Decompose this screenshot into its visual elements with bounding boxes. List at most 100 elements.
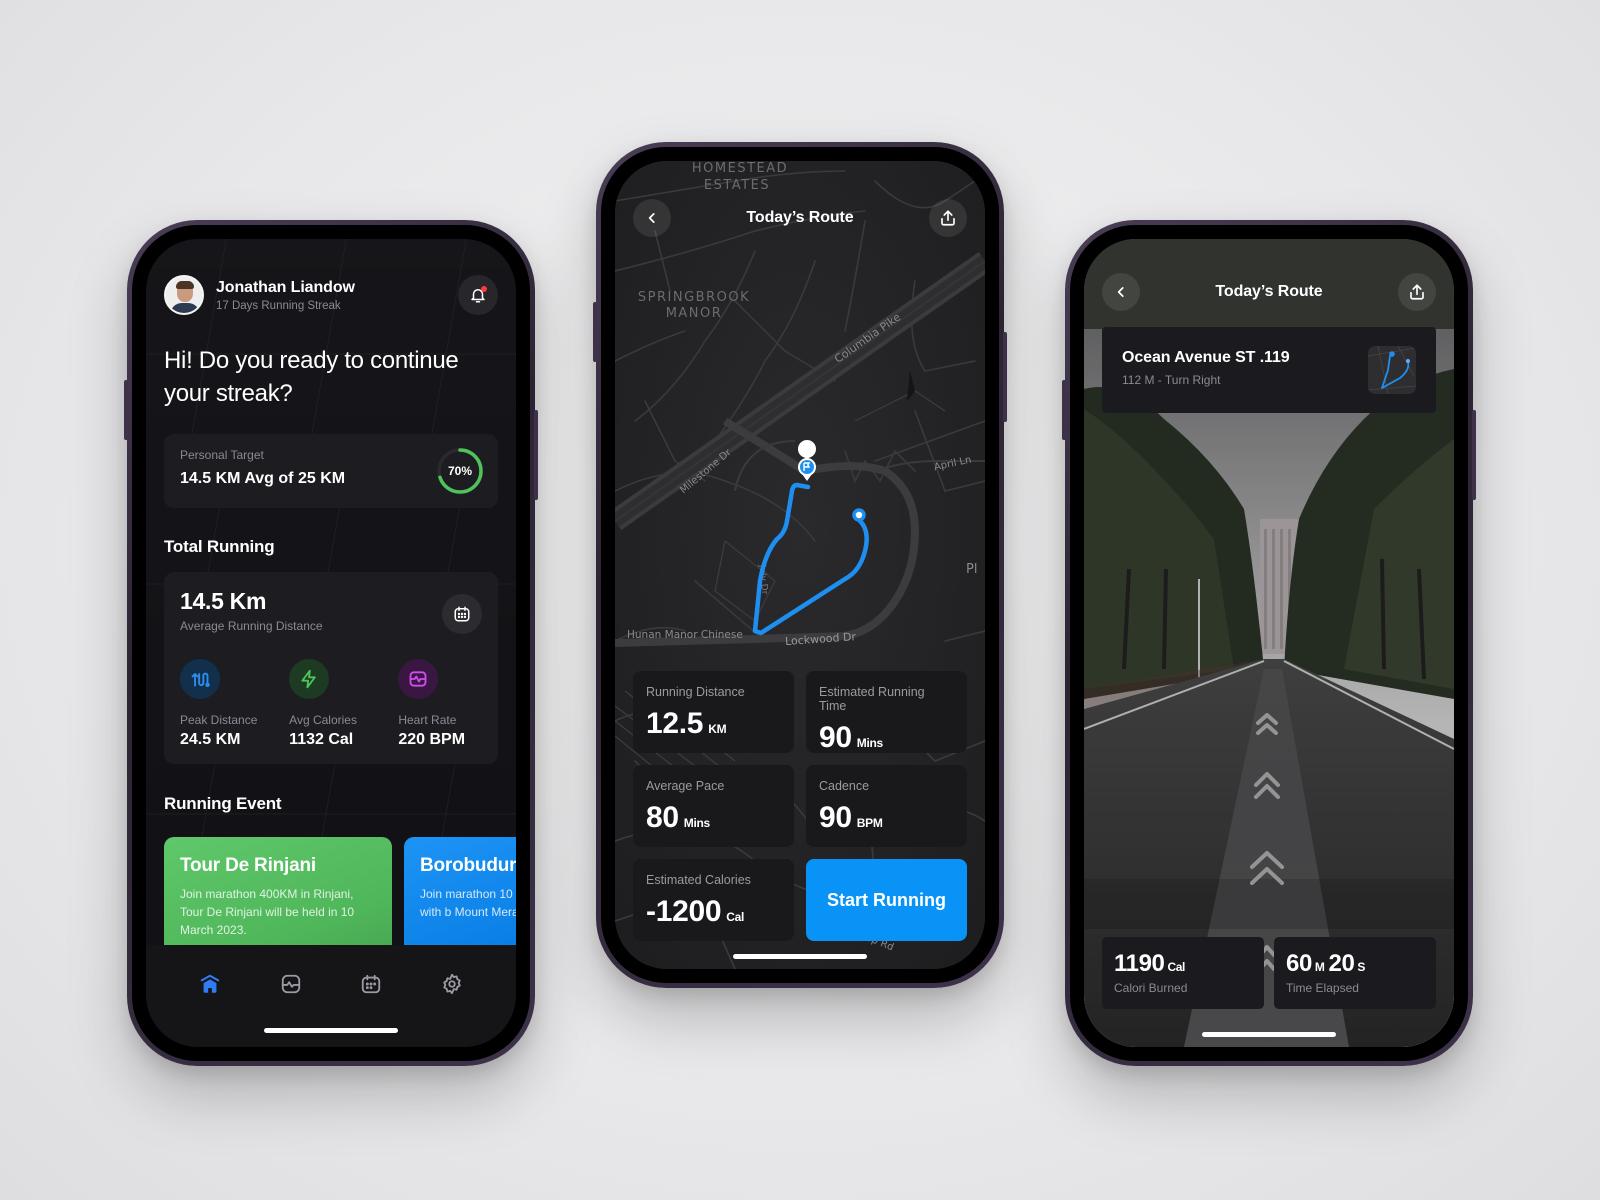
- share-button[interactable]: [1398, 273, 1436, 311]
- personal-target-card[interactable]: Personal Target 14.5 KM Avg of 25 KM 70%: [164, 434, 498, 508]
- metric-card-average-pace: Average Pace 80 Mins: [633, 765, 794, 847]
- route-metrics: Running Distance 12.5 KM Estimated Runnin…: [633, 671, 967, 941]
- route-screen: HOMESTEAD ESTATES SPRINGBROOK MANOR Colu…: [615, 161, 985, 969]
- page-title: Today’s Route: [746, 209, 854, 226]
- nav-calendar[interactable]: [351, 973, 391, 1001]
- average-distance-value: 14.5 Km: [180, 588, 267, 614]
- phone-route-screen: HOMESTEAD ESTATES SPRINGBROOK MANOR Colu…: [593, 142, 1007, 988]
- metric-label: Running Distance: [646, 685, 745, 699]
- running-event-title: Running Event: [164, 794, 282, 813]
- total-running-card: 14.5 Km Average Running Distance Peak Di…: [164, 572, 498, 764]
- notification-button[interactable]: [458, 275, 498, 315]
- event-description: Join marathon 10 K 10 KM event with b Mo…: [420, 887, 516, 919]
- metric-unit: Mins: [683, 816, 710, 830]
- mini-map-thumbnail[interactable]: [1368, 346, 1416, 394]
- metric-card-estimated-time: Estimated Running Time 90 Mins: [806, 671, 967, 755]
- seconds-value: 20: [1328, 950, 1355, 977]
- home-icon: [200, 974, 220, 993]
- home-screen: Jonathan Liandow 17 Days Running Streak …: [146, 239, 516, 1047]
- total-running-title: Total Running: [164, 537, 275, 556]
- chevron-left-icon: [1117, 287, 1124, 297]
- home-indicator: [1202, 1032, 1336, 1037]
- metric-unit: KM: [708, 722, 727, 736]
- map-label: Pl: [966, 562, 977, 577]
- event-description: Join marathon 400KM in Rinjani, Tour De …: [180, 887, 355, 937]
- stat-value-row: 1190 Cal: [1114, 950, 1252, 978]
- stat-label: Heart Rate: [398, 713, 457, 727]
- stat-avg-calories: Avg Calories 1132 Cal: [281, 659, 381, 749]
- home-indicator: [264, 1028, 398, 1033]
- stats-row: Peak Distance 24.5 KM Avg Calories 1132 …: [180, 659, 482, 749]
- map-label: HOMESTEAD: [692, 161, 788, 176]
- metric-value: 80: [646, 801, 679, 834]
- stat-label: Avg Calories: [289, 713, 357, 727]
- phone-bezel: Today’s Route Ocean Avenue ST .119 112 M…: [1070, 225, 1468, 1061]
- calendar-icon: [362, 974, 381, 994]
- gear-icon: [443, 973, 461, 995]
- minutes-value: 60: [1286, 950, 1312, 977]
- user-info: Jonathan Liandow 17 Days Running Streak: [216, 279, 458, 312]
- stat-value: 1132 Cal: [289, 731, 354, 748]
- metric-value: 90: [819, 721, 852, 754]
- run-progress-stats: 1190 Cal Calori Burned 60 M 20 S Time Elapse…: [1102, 937, 1436, 1009]
- back-button[interactable]: [633, 199, 671, 237]
- start-running-button[interactable]: Start Running: [806, 859, 967, 941]
- metric-value-row: 90 BPM: [819, 801, 954, 835]
- lightning-icon: [301, 669, 316, 689]
- metric-label: Average Pace: [646, 779, 725, 793]
- metric-value: 12.5: [646, 707, 704, 740]
- stat-icon-bg: [289, 659, 330, 699]
- stat-value-row: 60 M 20 S: [1286, 950, 1424, 978]
- route-top-bar: Today’s Route: [633, 199, 967, 237]
- stat-heart-rate: Heart Rate 220 BPM: [382, 659, 482, 749]
- progress-percent: 70%: [447, 464, 473, 478]
- calendar-button[interactable]: [442, 594, 482, 634]
- calories-value: 1190: [1114, 950, 1165, 977]
- metric-value-row: 90 Mins: [819, 721, 954, 755]
- metric-value-row: 80 Mins: [646, 801, 781, 835]
- map-label: MANOR: [666, 306, 723, 321]
- profile-header: Jonathan Liandow 17 Days Running Streak: [164, 275, 498, 315]
- phone-bezel: HOMESTEAD ESTATES SPRINGBROOK MANOR Colu…: [601, 147, 999, 983]
- metric-unit: Mins: [856, 736, 883, 750]
- turn-instruction-card[interactable]: Ocean Avenue ST .119 112 M - Turn Right: [1102, 327, 1436, 413]
- metric-card-cadence: Cadence 90 BPM: [806, 765, 967, 847]
- stat-value: 220 BPM: [398, 731, 466, 748]
- nav-settings[interactable]: [432, 973, 472, 1001]
- back-button[interactable]: [1102, 273, 1140, 311]
- route-icon: [191, 672, 210, 687]
- chevron-left-icon: [648, 213, 655, 223]
- share-button[interactable]: [929, 199, 967, 237]
- avatar[interactable]: [164, 275, 204, 315]
- map-label: Hunan Manor Chinese: [627, 629, 743, 641]
- notification-dot: [481, 286, 487, 292]
- share-icon: [941, 210, 955, 226]
- metric-card-estimated-calories: Estimated Calories -1200 Cal: [633, 859, 794, 941]
- user-name: Jonathan Liandow: [216, 278, 355, 296]
- stat-peak-distance: Peak Distance 24.5 KM: [180, 659, 280, 749]
- metric-value: 90: [819, 801, 852, 834]
- time-label: Time Elapsed: [1286, 981, 1359, 995]
- current-position-marker: [852, 508, 866, 522]
- stat-calories-burned: 1190 Cal Calori Burned: [1102, 937, 1264, 1009]
- metric-card-running-distance: Running Distance 12.5 KM: [633, 671, 794, 753]
- running-streak: 17 Days Running Streak: [216, 299, 341, 312]
- heart-monitor-icon: [409, 671, 427, 687]
- metric-label: Estimated Calories: [646, 873, 751, 887]
- navigation-top-bar: Today’s Route: [1102, 273, 1436, 311]
- phone-home-screen: Jonathan Liandow 17 Days Running Streak …: [124, 220, 538, 1066]
- nav-activity[interactable]: [271, 973, 311, 1001]
- metric-value-row: -1200 Cal: [646, 895, 781, 929]
- map-label: SPRINGBROOK: [638, 290, 750, 305]
- minutes-unit: M: [1314, 960, 1325, 974]
- navigation-screen: Today’s Route Ocean Avenue ST .119 112 M…: [1084, 239, 1454, 1047]
- phone-bezel: Jonathan Liandow 17 Days Running Streak …: [132, 225, 530, 1061]
- stat-time-elapsed: 60 M 20 S Time Elapsed: [1274, 937, 1436, 1009]
- metric-label: Estimated Running Time: [819, 685, 925, 713]
- calories-unit: Cal: [1167, 960, 1185, 974]
- greeting-heading: Hi! Do you ready to continue your streak…: [164, 347, 459, 407]
- stat-icon-bg: [398, 659, 439, 699]
- nav-home[interactable]: [190, 973, 230, 1001]
- calories-label: Calori Burned: [1114, 981, 1188, 995]
- average-distance-label: Average Running Distance: [180, 619, 323, 633]
